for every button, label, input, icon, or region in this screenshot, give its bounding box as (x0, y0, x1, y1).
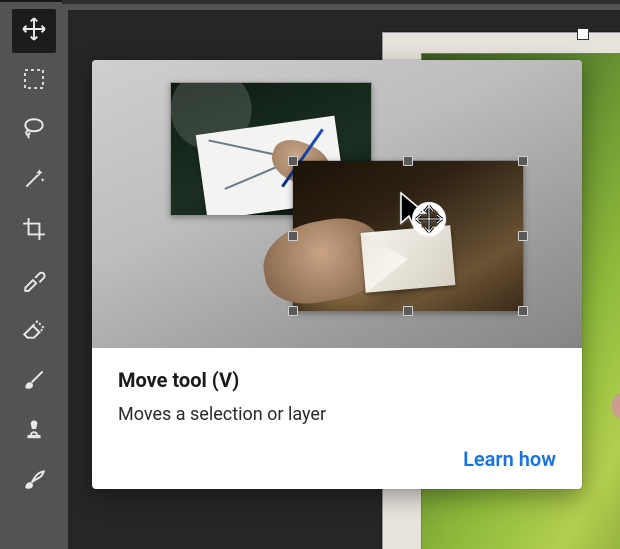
selection-handle (518, 156, 528, 166)
selection-handle (518, 231, 528, 241)
tool-clone-stamp[interactable] (12, 409, 56, 453)
transform-handle-top[interactable] (577, 28, 589, 40)
tool-move[interactable] (12, 9, 56, 53)
eyedropper-icon (21, 266, 47, 296)
marquee-icon (22, 67, 46, 95)
lasso-icon (21, 116, 47, 146)
tools-toolbar (6, 6, 62, 549)
selection-handle (288, 156, 298, 166)
learn-how-link[interactable]: Learn how (118, 447, 556, 471)
selection-handle (403, 306, 413, 316)
tool-magic-wand[interactable] (12, 159, 56, 203)
tool-marquee[interactable] (12, 59, 56, 103)
tool-history-brush[interactable] (12, 459, 56, 503)
tooltip-thumbnail-2 (292, 160, 524, 312)
tool-eraser[interactable] (12, 309, 56, 353)
eraser-icon (21, 316, 47, 346)
move-icon (21, 16, 47, 46)
history-brush-icon (21, 466, 47, 496)
move-cursor-icon (395, 189, 455, 249)
tool-lasso[interactable] (12, 109, 56, 153)
tool-brush[interactable] (12, 359, 56, 403)
selection-handle (288, 231, 298, 241)
tool-eyedropper[interactable] (12, 259, 56, 303)
tool-tooltip-card: Move tool (V) Moves a selection or layer… (92, 60, 582, 489)
tooltip-title: Move tool (V) (118, 368, 556, 392)
tooltip-hero (92, 60, 582, 348)
app-frame: Move tool (V) Moves a selection or layer… (0, 0, 620, 549)
tooltip-body: Move tool (V) Moves a selection or layer… (92, 348, 582, 489)
magic-wand-icon (21, 166, 47, 196)
selection-handle (403, 156, 413, 166)
clone-stamp-icon (21, 416, 47, 446)
tool-crop[interactable] (12, 209, 56, 253)
selection-handle (288, 306, 298, 316)
brush-icon (21, 366, 47, 396)
options-bar (62, 0, 620, 4)
selection-handle (518, 306, 528, 316)
tooltip-description: Moves a selection or layer (118, 404, 556, 425)
crop-icon (21, 216, 47, 246)
